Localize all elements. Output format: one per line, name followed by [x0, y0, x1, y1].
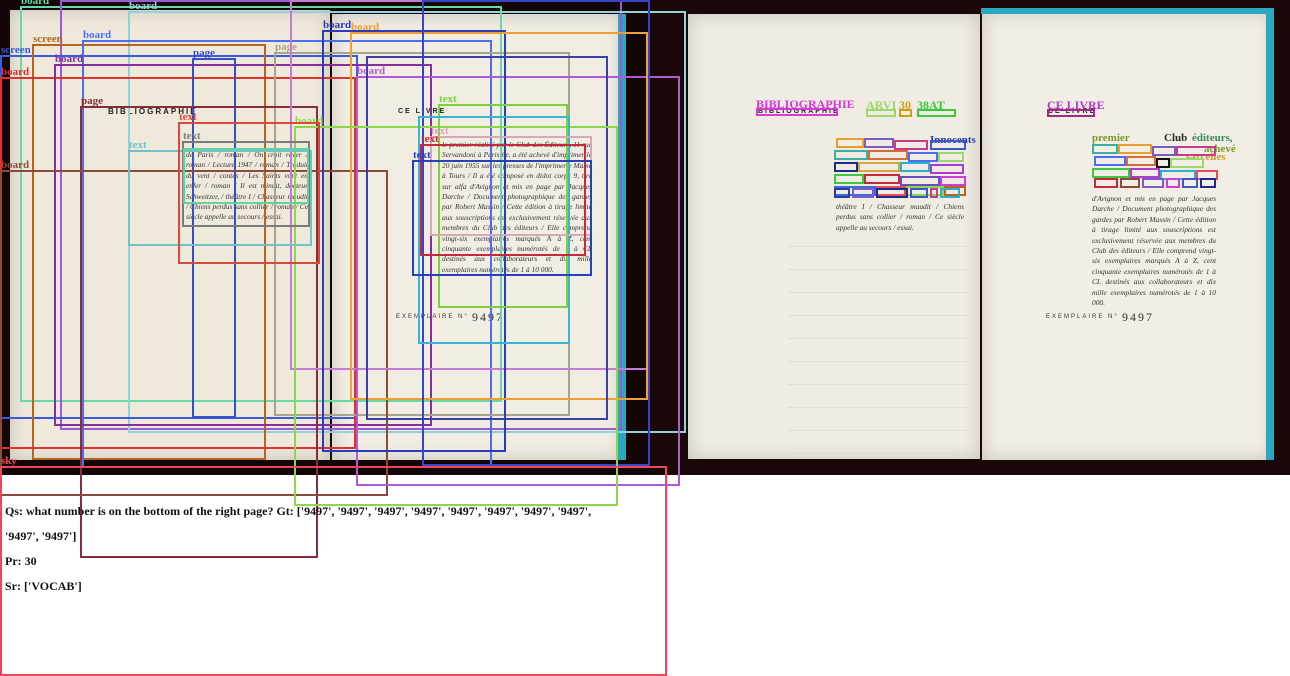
exemplaire-number: 9497: [472, 310, 504, 324]
right-exemplaire-label: EXEMPLAIRE N°: [1046, 314, 1119, 320]
right-exemplaire-number: 9497: [1122, 310, 1154, 324]
score-text: Sr: ['VOCAB']: [5, 579, 82, 593]
question-text: Qs: what number is on the bottom of the …: [5, 504, 592, 518]
right-page: CE LIVRE le premier réalisé par le Club …: [332, 14, 622, 460]
book-edge: [618, 14, 626, 460]
bibliography-heading: BIBLIOGRAPHIE: [108, 107, 198, 116]
tag-bibliographie: BIBLIOGRAPHIE: [756, 97, 855, 111]
left-book-photo: BIBLIOGRAPHIE de Paris / roman / On croi…: [0, 0, 650, 475]
question-continuation: '9497', '9497']: [5, 529, 77, 543]
right-photo-left-page: BIBLIOGRAPHIE théâtre I / Chasseur maudi…: [688, 14, 980, 459]
word-row-boxes-right: [1094, 178, 1218, 190]
right-colophon-text: d'Avignon et mis en page par Jacques Dar…: [1092, 194, 1216, 308]
ce-livre-heading: CE LIVRE: [398, 108, 447, 115]
tag-ce-livre: CE LIVRE: [1047, 98, 1105, 112]
tag-30: 30: [899, 98, 911, 112]
qa-panel: Qs: what number is on the bottom of the …: [5, 499, 645, 599]
right-book-side-edge: [1266, 8, 1274, 460]
right-photo-right-page: CE LIVRE d'Avignon et mis en page par Ja…: [982, 12, 1272, 460]
bibliography-text: de Paris / roman / On croit rêver / roma…: [186, 150, 308, 222]
colophon-text: le premier réalisé par le Club des Édite…: [442, 140, 592, 274]
tag-38at: 38AT: [917, 98, 945, 112]
exemplaire-label: EXEMPLAIRE N°: [396, 314, 469, 320]
left-page: BIBLIOGRAPHIE de Paris / roman / On croi…: [10, 10, 330, 460]
tag-arvi: ARVI: [866, 98, 897, 112]
word-row-boxes: [834, 188, 960, 200]
right-book-photo: BIBLIOGRAPHIE théâtre I / Chasseur maudi…: [650, 0, 1290, 475]
right-book-top-edge: [981, 8, 1273, 14]
toc-lines: [788, 224, 968, 454]
prediction-text: Pr: 30: [5, 554, 37, 568]
